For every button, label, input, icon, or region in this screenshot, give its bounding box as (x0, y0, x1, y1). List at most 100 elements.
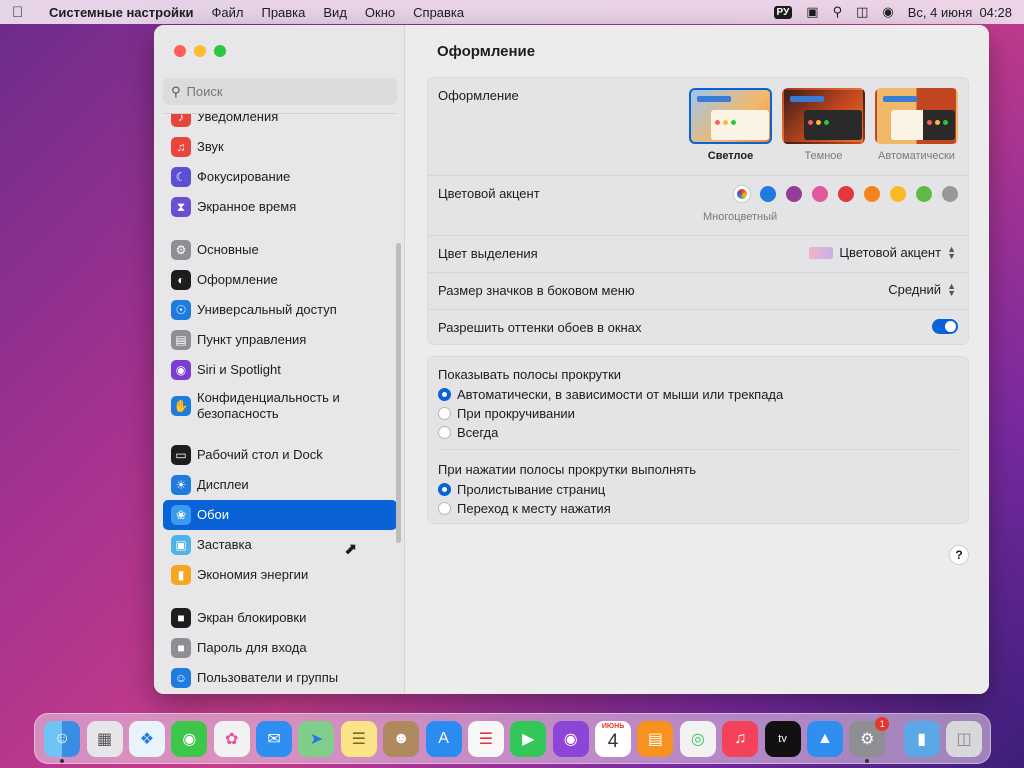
search-input[interactable] (186, 84, 387, 99)
menu-app-name[interactable]: Системные настройки (40, 5, 203, 20)
control-center-icon[interactable]: ◫ (856, 4, 868, 20)
sidebar-item-label: Рабочий стол и Dock (197, 447, 323, 462)
accent-color-swatch[interactable] (916, 186, 932, 202)
click-scroll-page-label: Пролистывание страниц (457, 482, 606, 497)
theme-auto-option[interactable]: Автоматически (875, 88, 958, 162)
accessibility-icon: ☉ (171, 300, 191, 320)
notification-badge: 1 (875, 716, 890, 731)
sidebar-item-label: Звук (197, 139, 224, 154)
sidebar-item-display[interactable]: ☀ Дисплеи (163, 470, 397, 500)
radio-button[interactable] (438, 426, 451, 439)
siri-icon[interactable]: ◉ (882, 4, 893, 20)
sidebar-item-bell[interactable]: ♪ Уведомления (163, 114, 397, 132)
scrollbars-scrolling-option[interactable]: При прокручивании (438, 406, 575, 421)
theme-light-option[interactable]: Светлое (689, 88, 772, 162)
sidebar-item-dock[interactable]: ▭ Рабочий стол и Dock (163, 440, 397, 470)
accent-color-swatch[interactable] (838, 186, 854, 202)
minimize-window-button[interactable] (194, 45, 206, 57)
notes-icon[interactable]: ☰ (340, 720, 377, 757)
podcasts-icon[interactable]: ◉ (552, 720, 589, 757)
menu-window[interactable]: Окно (356, 5, 404, 20)
accent-color-swatch[interactable] (942, 186, 958, 202)
click-scroll-jump-option[interactable]: Переход к месту нажатия (438, 501, 611, 516)
sidebar-item-users[interactable]: ☺ Пользователи и группы (163, 663, 397, 693)
menu-edit[interactable]: Правка (252, 5, 314, 20)
menu-file[interactable]: Файл (203, 5, 253, 20)
search-field[interactable]: ⚲ (163, 78, 397, 105)
sidebar-item-appearance[interactable]: ◐ Оформление (163, 265, 397, 295)
divider (438, 449, 958, 450)
help-button[interactable]: ? (949, 545, 969, 565)
radio-button[interactable] (438, 407, 451, 420)
accent-label: Цветовой акцент (438, 186, 540, 201)
scrollbars-auto-option[interactable]: Автоматически, в зависимости от мыши или… (438, 387, 783, 402)
sidebar-item-moon[interactable]: ☾ Фокусирование (163, 162, 397, 192)
running-indicator (865, 758, 870, 763)
accent-multicolor-swatch[interactable] (734, 186, 750, 202)
accent-color-swatch[interactable] (812, 186, 828, 202)
photos-icon[interactable]: ✿ (213, 720, 250, 757)
facetime-icon[interactable]: ▶ (510, 720, 547, 757)
books-icon[interactable]: ▤ (637, 720, 674, 757)
accent-color-swatch[interactable] (864, 186, 880, 202)
finder-icon[interactable]: ☺ (44, 720, 81, 763)
stage-manager-icon[interactable]: ▣ (806, 4, 818, 20)
radio-button[interactable] (438, 388, 451, 401)
sidebar-item-control-center[interactable]: ▤ Пункт управления (163, 325, 397, 355)
accent-color-swatch[interactable] (786, 186, 802, 202)
apple-menu-icon[interactable]:  (12, 4, 40, 21)
sidebar-item-siri[interactable]: ◉ Siri и Spotlight (163, 355, 397, 385)
control-center-icon: ▤ (171, 330, 191, 350)
accent-color-swatch[interactable] (890, 186, 906, 202)
sidebar-item-battery[interactable]: ▮ Экономия энергии (163, 560, 397, 590)
click-scroll-page-option[interactable]: Пролистывание страниц (438, 482, 605, 497)
sidebar-item-password-lock[interactable]: ■ Пароль для входа (163, 633, 397, 663)
find-my-icon[interactable]: ◎ (679, 720, 716, 757)
sidebar-item-hourglass[interactable]: ⧗ Экранное время (163, 192, 397, 222)
scrollbars-always-option[interactable]: Всегда (438, 425, 498, 440)
keynote-icon[interactable]: ▲ (806, 720, 843, 757)
trash-icon[interactable]: ◫ (946, 720, 983, 757)
downloads-folder-icon[interactable]: ▮ (903, 720, 940, 757)
apple-tv-icon[interactable]: tv (764, 720, 801, 757)
theme-dark-option[interactable]: Темное (782, 88, 865, 162)
maps-icon[interactable]: ➤ (298, 720, 335, 757)
calendar-icon[interactable]: ИЮНЬ 4 (595, 720, 632, 757)
menu-help[interactable]: Справка (404, 5, 473, 20)
mail-icon[interactable]: ✉ (256, 720, 293, 757)
reminders-icon[interactable]: ☰ (467, 720, 504, 757)
sidebar-item-wallpaper[interactable]: ❀ Обои (163, 500, 397, 530)
sidebar-scrollbar[interactable] (396, 243, 401, 543)
accent-color-swatch[interactable] (760, 186, 776, 202)
highlight-color-popup[interactable]: Цветовой акцент ▲ ▼ (809, 244, 956, 260)
spotlight-search-icon[interactable]: ⚲ (833, 4, 843, 20)
icon-size-popup[interactable]: Средний ▲ ▼ (888, 281, 956, 297)
icon-size-label: Размер значков в боковом меню (438, 283, 635, 298)
sidebar-item-speaker[interactable]: ♫ Звук (163, 132, 397, 162)
launchpad-icon[interactable]: ▦ (86, 720, 123, 757)
zoom-window-button[interactable] (214, 45, 226, 57)
appearance-label: Оформление (438, 88, 519, 103)
input-language-badge[interactable]: РУ (773, 5, 793, 19)
menu-clock[interactable]: Вс, 4 июня 04:28 (908, 5, 1012, 20)
sidebar-item-label: Основные (197, 242, 259, 257)
safari-icon[interactable]: ❖ (128, 720, 165, 757)
sidebar-item-hand[interactable]: ✋ Конфиденциальность и безопасность (163, 385, 397, 427)
wallpaper-tint-toggle[interactable] (932, 319, 958, 334)
app-store-icon[interactable]: A (425, 720, 462, 757)
sidebar-item-gear[interactable]: ⚙ Основные (163, 235, 397, 265)
highlight-row: Цвет выделения Цветовой акцент ▲ ▼ (428, 236, 968, 273)
contacts-icon[interactable]: ☻ (383, 720, 420, 757)
sidebar-item-lock[interactable]: ■ Экран блокировки (163, 603, 397, 633)
hand-icon: ✋ (171, 396, 191, 416)
close-window-button[interactable] (174, 45, 186, 57)
sidebar-item-accessibility[interactable]: ☉ Универсальный доступ (163, 295, 397, 325)
menu-view[interactable]: Вид (314, 5, 356, 20)
radio-button[interactable] (438, 483, 451, 496)
messages-icon[interactable]: ◉ (171, 720, 208, 757)
sidebar-item-screensaver[interactable]: ▣ Заставка (163, 530, 397, 560)
running-indicator (60, 758, 65, 763)
music-icon[interactable]: ♫ (722, 720, 759, 757)
radio-button[interactable] (438, 502, 451, 515)
system-settings-icon[interactable]: ⚙ 1 (849, 716, 890, 763)
